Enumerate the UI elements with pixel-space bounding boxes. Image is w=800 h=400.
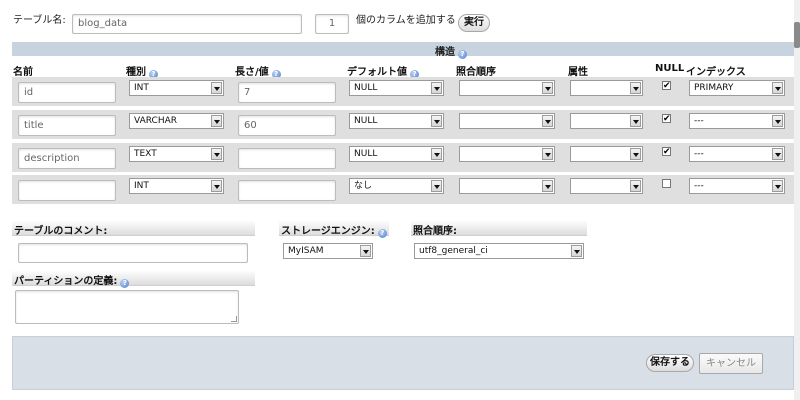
column-default-select[interactable]: NULL	[349, 80, 444, 96]
column-index-select[interactable]: ---	[689, 113, 785, 129]
cancel-button[interactable]: キャンセル	[699, 353, 763, 374]
scrollbar-thumb[interactable]	[794, 22, 800, 48]
column-index-select[interactable]: ---	[689, 146, 785, 162]
chevron-down-icon	[542, 148, 553, 160]
collation-select[interactable]: utf8_general_ci	[414, 243, 584, 259]
structure-header-band	[12, 42, 794, 56]
null-checkbox[interactable]: ✔	[662, 147, 671, 157]
chevron-down-icon	[772, 148, 783, 160]
column-type-select[interactable]: TEXT	[129, 146, 224, 162]
chevron-down-icon	[542, 82, 553, 94]
chevron-down-icon	[360, 245, 371, 257]
column-name-input[interactable]: id	[18, 82, 116, 103]
partition-textarea[interactable]	[15, 290, 239, 324]
chevron-down-icon	[431, 148, 442, 160]
go-button[interactable]: 実行	[458, 14, 490, 32]
storage-engine-header: ストレージエンジン:?	[279, 220, 389, 238]
chevron-down-icon	[630, 115, 641, 127]
chevron-down-icon	[772, 82, 783, 94]
collation-header: 照合順序:	[411, 220, 587, 237]
storage-engine-select[interactable]: MyISAM	[283, 243, 373, 259]
column-type-select[interactable]: VARCHAR	[129, 113, 224, 129]
chevron-down-icon	[772, 115, 783, 127]
chevron-down-icon	[542, 115, 553, 127]
column-name-input[interactable]: description	[18, 148, 116, 169]
chevron-down-icon	[211, 148, 222, 160]
save-button[interactable]: 保存する	[646, 354, 694, 372]
resize-handle-icon[interactable]	[231, 316, 237, 322]
chevron-down-icon	[772, 180, 783, 192]
column-type-select[interactable]: INT	[129, 80, 224, 96]
partition-header: パーティションの定義:?	[12, 270, 255, 288]
column-length-input[interactable]	[238, 148, 336, 169]
column-collation-select[interactable]	[459, 113, 555, 129]
table-comment-header: テーブルのコメント:	[12, 220, 255, 237]
column-collation-select[interactable]	[459, 80, 555, 96]
col-header-name: 名前	[13, 67, 33, 78]
column-name-input[interactable]	[18, 180, 116, 201]
table-comment-input[interactable]	[18, 243, 248, 263]
column-attributes-select[interactable]	[570, 146, 643, 162]
chevron-down-icon	[630, 148, 641, 160]
column-default-select[interactable]: NULL	[349, 113, 444, 129]
chevron-down-icon	[431, 82, 442, 94]
help-icon[interactable]: ?	[458, 50, 467, 59]
chevron-down-icon	[211, 82, 222, 94]
column-index-select[interactable]: PRIMARY	[689, 80, 785, 96]
column-attributes-select[interactable]	[570, 178, 643, 194]
chevron-down-icon	[571, 245, 582, 257]
chevron-down-icon	[542, 180, 553, 192]
null-checkbox[interactable]: ✔	[662, 114, 671, 124]
col-header-index: インデックス	[686, 67, 746, 78]
add-columns-count-input[interactable]: 1	[315, 14, 349, 34]
structure-title-text: 構造	[435, 47, 455, 58]
column-name-input[interactable]: title	[18, 115, 116, 136]
col-header-null: NULL	[655, 63, 685, 74]
col-header-attributes: 属性	[568, 67, 588, 78]
chevron-down-icon	[211, 180, 222, 192]
column-index-select[interactable]: ---	[689, 178, 785, 194]
chevron-down-icon	[431, 180, 442, 192]
scrollbar[interactable]	[794, 0, 800, 400]
column-default-select[interactable]: なし	[349, 178, 444, 194]
column-attributes-select[interactable]	[570, 113, 643, 129]
help-icon[interactable]: ?	[377, 229, 387, 238]
chevron-down-icon	[211, 115, 222, 127]
column-length-input[interactable]: 7	[238, 82, 336, 103]
null-checkbox[interactable]: ✔	[662, 81, 671, 91]
chevron-down-icon	[431, 115, 442, 127]
column-collation-select[interactable]	[459, 146, 555, 162]
col-header-collation: 照合順序	[456, 67, 496, 78]
column-default-select[interactable]: NULL	[349, 146, 444, 162]
null-checkbox[interactable]	[662, 179, 671, 188]
table-name-label: テーブル名:	[13, 15, 66, 26]
column-type-select[interactable]: INT	[129, 178, 224, 194]
column-collation-select[interactable]	[459, 178, 555, 194]
add-columns-label: 個のカラムを追加する	[356, 15, 456, 26]
help-icon[interactable]: ?	[120, 279, 130, 288]
column-length-input[interactable]: 60	[238, 115, 336, 136]
column-length-input[interactable]	[238, 180, 336, 201]
table-name-input[interactable]: blog_data	[72, 14, 302, 34]
chevron-down-icon	[630, 82, 641, 94]
chevron-down-icon	[630, 180, 641, 192]
structure-title: 構造?	[435, 43, 467, 59]
column-attributes-select[interactable]	[570, 80, 643, 96]
